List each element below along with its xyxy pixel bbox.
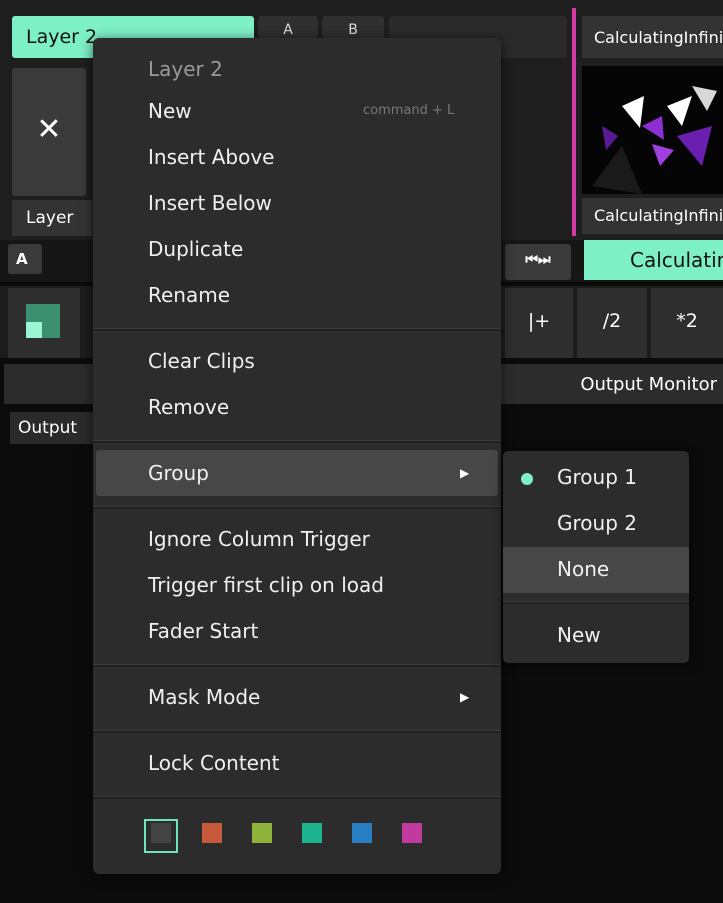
color-chip-green[interactable] [252, 823, 272, 843]
color-chip-gray[interactable] [151, 823, 171, 843]
submenu-item-none[interactable]: None [557, 557, 609, 581]
menu-item-new[interactable]: New [148, 99, 192, 123]
color-chip-orange[interactable] [202, 823, 222, 843]
clip-name-bottom[interactable]: CalculatingInfinity [582, 198, 723, 234]
active-clip-button[interactable]: Calculating [584, 240, 723, 280]
submenu-arrow-icon: ▶ [460, 466, 470, 480]
menu-separator [93, 440, 501, 443]
color-chip-magenta[interactable] [402, 823, 422, 843]
control-button-2[interactable]: /2 [577, 288, 647, 358]
column-divider [572, 8, 576, 236]
menu-separator [93, 506, 501, 509]
layer-color-swatch-inner [26, 322, 42, 338]
color-chip-teal[interactable] [302, 823, 322, 843]
menu-separator [93, 730, 501, 733]
new-shortcut-label: command + L [363, 103, 455, 118]
menu-item-fader-start[interactable]: Fader Start [148, 619, 258, 643]
submenu-item-group-1[interactable]: Group 1 [557, 465, 637, 489]
submenu-item-new[interactable]: New [557, 623, 601, 647]
control-button-3[interactable]: *2 [651, 288, 723, 358]
menu-item-remove[interactable]: Remove [148, 395, 229, 419]
clip-name-top[interactable]: CalculatingInfinity [582, 16, 723, 58]
clip-thumbnail-image [582, 66, 723, 194]
deck-a-label[interactable]: A [8, 244, 42, 274]
submenu-separator [503, 601, 689, 604]
close-icon[interactable]: ✕ [12, 68, 86, 196]
menu-item-clear-clips[interactable]: Clear Clips [148, 349, 255, 373]
menu-item-insert-above[interactable]: Insert Above [148, 145, 274, 169]
menu-separator [93, 796, 501, 799]
control-button-1[interactable]: |+ [505, 288, 573, 358]
clip-thumbnail[interactable] [582, 66, 723, 194]
layer-label: Layer [12, 200, 92, 236]
menu-separator [93, 328, 501, 331]
menu-item-group[interactable]: Group [148, 461, 209, 485]
menu-title: Layer 2 [148, 57, 223, 81]
menu-item-insert-below[interactable]: Insert Below [148, 191, 272, 215]
checked-dot-icon [521, 473, 533, 485]
menu-item-trigger-first-clip[interactable]: Trigger first clip on load [148, 573, 384, 597]
submenu-arrow-icon: ▶ [460, 690, 470, 704]
menu-item-ignore-column-trigger[interactable]: Ignore Column Trigger [148, 527, 370, 551]
menu-item-rename[interactable]: Rename [148, 283, 230, 307]
menu-item-mask-mode[interactable]: Mask Mode [148, 685, 260, 709]
output-label: Output [10, 412, 100, 444]
menu-item-lock-content[interactable]: Lock Content [148, 751, 280, 775]
color-chip-blue[interactable] [352, 823, 372, 843]
submenu-item-group-2[interactable]: Group 2 [557, 511, 637, 535]
skip-transport-button[interactable]: ⏮⏭ [505, 244, 571, 280]
menu-separator [93, 664, 501, 667]
menu-item-duplicate[interactable]: Duplicate [148, 237, 243, 261]
